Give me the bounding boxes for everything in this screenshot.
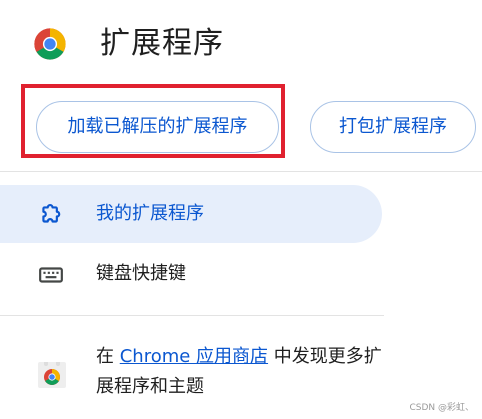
chrome-web-store-icon — [38, 362, 66, 388]
page-title: 扩展程序 — [100, 26, 224, 61]
divider — [0, 315, 384, 316]
sidebar-item-keyboard-shortcuts[interactable]: 键盘快捷键 — [0, 245, 382, 303]
extensions-page: 扩展程序 加载已解压的扩展程序 打包扩展程序 我的扩展程序 键盘快捷键 在 Ch… — [0, 0, 482, 419]
sidebar-item-label: 键盘快捷键 — [96, 263, 186, 284]
watermark: CSDN @彩虹、 — [409, 403, 474, 413]
puzzle-piece-icon — [42, 203, 61, 223]
header: 扩展程序 — [0, 0, 482, 88]
divider — [0, 171, 482, 172]
chrome-logo-icon — [34, 28, 66, 60]
chrome-web-store-link[interactable]: Chrome 应用商店 — [120, 346, 268, 367]
load-unpacked-button[interactable]: 加载已解压的扩展程序 — [36, 101, 279, 153]
sidebar-item-my-extensions[interactable]: 我的扩展程序 — [0, 185, 382, 243]
store-promo-text: 在 Chrome 应用商店 中发现更多扩展程序和主题 — [96, 342, 386, 402]
sidebar-item-label: 我的扩展程序 — [96, 203, 204, 224]
keyboard-icon — [39, 267, 63, 283]
store-promo-prefix: 在 — [96, 346, 120, 367]
pack-extension-button[interactable]: 打包扩展程序 — [310, 101, 476, 153]
